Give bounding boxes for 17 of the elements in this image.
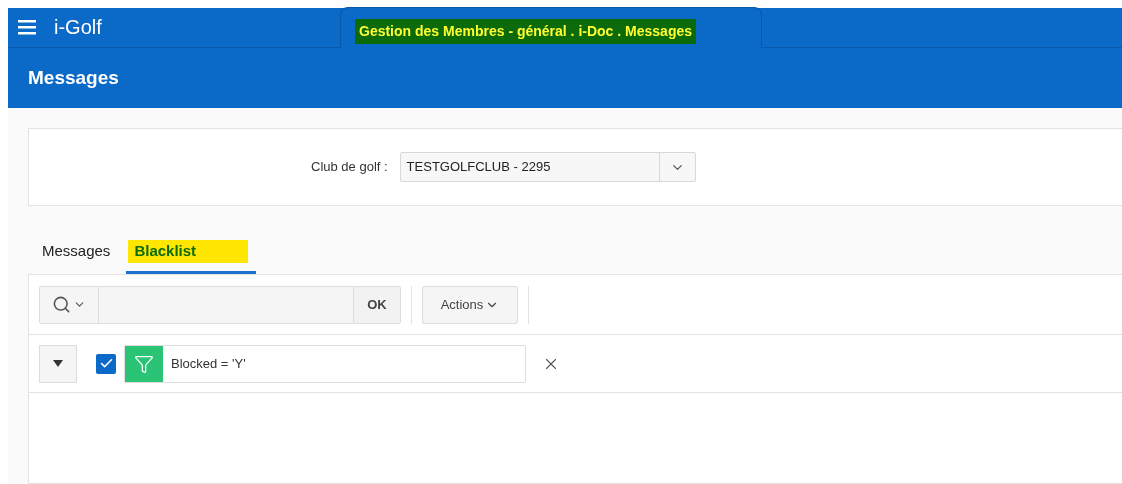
search-column-button[interactable]	[39, 285, 99, 324]
field-label: Club de golf :	[311, 158, 388, 177]
club-select[interactable]: TESTGOLFCLUB - 2295	[399, 152, 696, 182]
filter-chip[interactable]: Blocked = 'Y'	[124, 344, 526, 383]
actions-button[interactable]: Actions	[422, 285, 518, 324]
filter-icon	[134, 353, 154, 374]
collapse-button[interactable]	[39, 344, 77, 383]
filter-checkbox[interactable]	[96, 353, 116, 374]
window-tab[interactable]: Gestion des Membres - général . i-Doc . Messages	[340, 7, 762, 48]
menu-icon[interactable]	[18, 19, 36, 35]
search-icon	[52, 295, 71, 314]
tab[interactable]: Messages	[34, 238, 119, 274]
caret-icon	[53, 360, 63, 367]
page-title: Messages	[28, 65, 119, 90]
app-name[interactable]: i-Golf	[54, 12, 102, 42]
ok-button[interactable]: OK	[353, 285, 401, 324]
search-field[interactable]	[99, 285, 353, 324]
